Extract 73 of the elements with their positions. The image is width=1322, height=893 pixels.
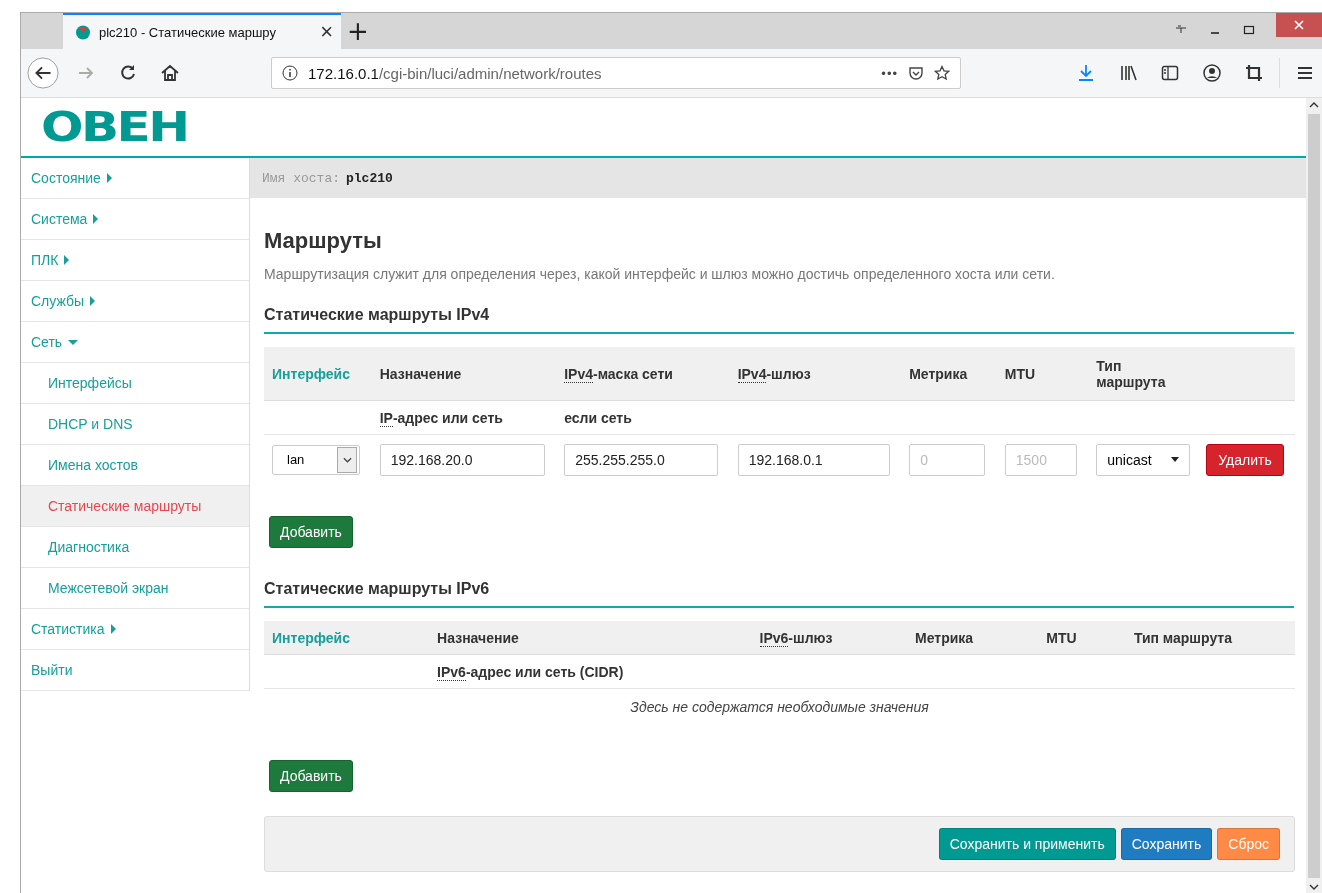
home-icon[interactable] <box>160 63 180 83</box>
interface-select[interactable]: lan <box>272 444 360 475</box>
sidebar-item[interactable]: Статистика <box>21 609 249 650</box>
close-icon <box>1292 18 1306 32</box>
page-title: Маршруты <box>264 228 383 254</box>
sidebar-subitem[interactable]: Интерфейсы <box>21 363 249 404</box>
sidebar-item[interactable]: Состояние <box>21 158 249 199</box>
scroll-up-icon[interactable] <box>1309 102 1319 108</box>
metric-input[interactable]: 0 <box>909 443 986 476</box>
pocket-icon[interactable] <box>908 65 924 81</box>
page-actions-button[interactable]: ••• <box>881 65 898 81</box>
apply-button[interactable]: Сохранить и применить <box>938 828 1116 860</box>
add-button[interactable]: Добавить <box>269 516 353 548</box>
address-bar[interactable]: 172.16.0.1/cgi-bin/luci/admin/network/routes ••• <box>271 57 961 89</box>
column-header: MTU <box>1046 629 1077 646</box>
column-header: IPv4-маска сети <box>564 365 673 383</box>
sidebar-item[interactable]: Система <box>21 199 249 240</box>
sidebar-item[interactable]: Выйти <box>21 650 249 691</box>
close-tab-button[interactable]: × <box>320 21 333 43</box>
info-icon <box>282 65 298 81</box>
column-header: Метрика <box>915 629 974 646</box>
add-button[interactable]: Добавить <box>269 760 353 792</box>
empty-message: Здесь не содержатся необходимые значения <box>630 698 929 715</box>
column-header: Назначение <box>379 365 462 382</box>
library-icon[interactable] <box>1118 63 1138 83</box>
column-subheader: если сеть <box>564 409 632 426</box>
chevron-down-icon <box>342 456 352 463</box>
column-header: Назначение <box>437 629 519 646</box>
browser-tab[interactable]: plc210 - Статические маршру × <box>63 13 341 49</box>
column-header: Метрика <box>909 365 968 382</box>
delete-button[interactable]: Удалить <box>1206 443 1284 476</box>
gateway-input[interactable]: 192.168.0.1 <box>737 443 890 476</box>
reset-button[interactable]: Сброс <box>1217 828 1280 860</box>
column-header: Тип маршрута <box>1133 629 1232 646</box>
route-type-select[interactable]: unicast <box>1096 443 1191 476</box>
column-header: Тип маршрута <box>1096 357 1166 390</box>
scroll-down-icon[interactable] <box>1309 884 1319 890</box>
section-title: Статические маршруты IPv4 <box>264 306 1294 334</box>
section-title: Статические маршруты IPv6 <box>264 580 1294 608</box>
crop-icon[interactable] <box>1244 63 1264 83</box>
star-icon[interactable] <box>934 65 950 81</box>
new-tab-button[interactable]: + <box>341 13 375 49</box>
logo: ОВЕН <box>41 107 188 147</box>
column-header: IPv6-шлюз <box>759 629 833 647</box>
account-icon[interactable] <box>1202 63 1222 83</box>
sidebar-subitem[interactable]: DHCP и DNS <box>21 404 249 445</box>
mtu-input[interactable]: 1500 <box>1004 443 1077 476</box>
logo-icon <box>75 24 91 40</box>
sidebar-subitem[interactable]: Межсетевой экран <box>21 568 249 609</box>
sidebar-item[interactable]: Сеть <box>21 322 249 363</box>
maximize-icon[interactable] <box>1242 23 1256 37</box>
back-icon[interactable] <box>27 57 59 89</box>
sidebar-icon[interactable] <box>1160 63 1180 83</box>
sidebar-subitem[interactable]: Статические маршруты <box>21 486 249 527</box>
column-header: IPv4-шлюз <box>737 365 811 383</box>
target-input[interactable]: 192.168.20.0 <box>379 443 545 476</box>
url-text: 172.16.0.1/cgi-bin/luci/admin/network/routes <box>308 64 603 82</box>
page-description: Маршрутизация служит для определения через, какой интерфейс и шлюз можно достичь определенного хоста или сети. <box>264 266 1056 282</box>
reload-icon[interactable] <box>118 63 138 83</box>
hostname-bar: Имя хоста: plc210 <box>250 158 1306 198</box>
netmask-input[interactable]: 255.255.255.0 <box>564 443 719 476</box>
scrollbar[interactable] <box>1306 98 1322 893</box>
column-subheader: IPv6-адрес или сеть (CIDR) <box>437 663 624 681</box>
column-subheader: IP-адрес или сеть <box>379 409 503 427</box>
close-window-button[interactable] <box>1276 13 1322 37</box>
save-button[interactable]: Сохранить <box>1120 828 1213 860</box>
tab-title: plc210 - Статические маршру <box>99 24 277 40</box>
sidebar-item[interactable]: ПЛК <box>21 240 249 281</box>
download-icon[interactable] <box>1076 63 1096 83</box>
sidebar-item[interactable]: Службы <box>21 281 249 322</box>
dropdown-arrow-icon <box>1171 457 1180 462</box>
column-header: MTU <box>1004 365 1036 382</box>
sidebar-subitem[interactable]: Диагностика <box>21 527 249 568</box>
